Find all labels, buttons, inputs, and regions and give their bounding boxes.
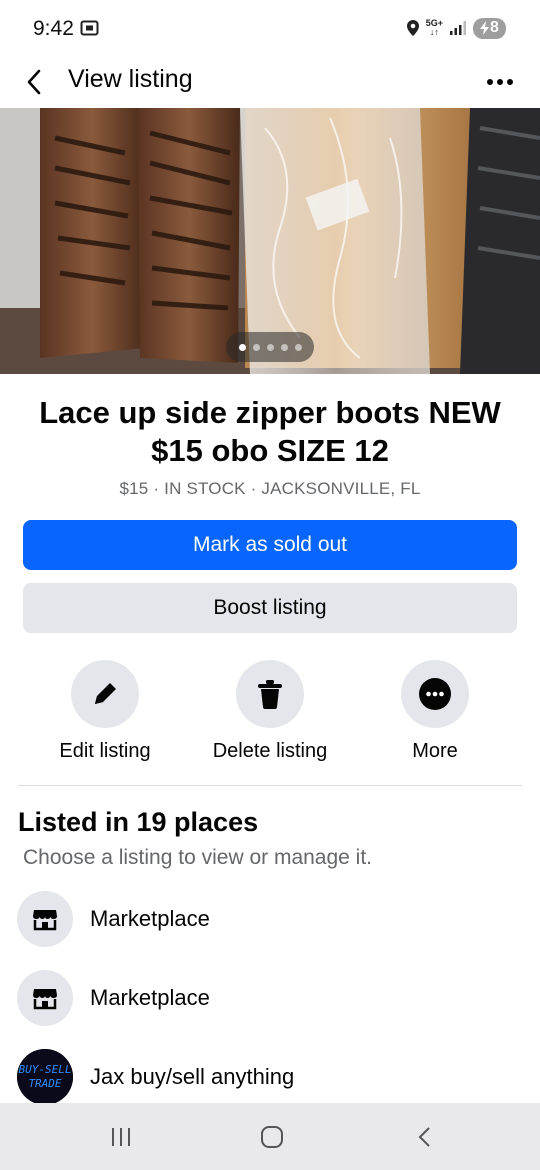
status-time: 9:42 [33,17,74,40]
back-button[interactable] [16,62,52,102]
photo-pagination [226,332,314,362]
network-indicator: 5G+ ↓↑ [426,19,443,37]
more-action[interactable]: More [350,660,520,763]
place-name: Jax buy/sell anything [90,1064,295,1089]
app-header: View listing [0,56,540,108]
recent-apps-icon[interactable] [101,1121,141,1153]
trash-icon [258,680,282,709]
battery-charging-icon: 8 [473,17,506,39]
storefront-icon-svg [33,989,57,1010]
group-avatar-text-1: BUY-SELL [19,1063,72,1076]
chevron-left-icon [27,69,41,95]
edit-listing-action[interactable]: Edit listing [20,660,190,763]
storefront-icon-svg [33,910,57,931]
page-dot-active[interactable] [238,343,246,351]
listing-actions: Edit listing Delete listing More [0,660,540,770]
storefront-icon [17,891,73,947]
list-item[interactable]: BUY-SELL TRADE Jax buy/sell anything [0,1048,540,1106]
more-options-button[interactable] [480,64,520,100]
back-icon[interactable] [404,1121,444,1153]
more-button[interactable] [401,660,469,728]
list-item[interactable]: Marketplace [0,969,540,1027]
page-dot[interactable] [252,343,260,351]
more-horizontal-icon [419,678,451,710]
page-dot[interactable] [266,343,274,351]
page-dot[interactable] [280,343,288,351]
places-section-subtitle: Choose a listing to view or manage it. [23,846,373,869]
back-icon-svg [418,1127,430,1147]
listing-meta: $15 · IN STOCK · JACKSONVILLE, FL [119,479,421,498]
signal-icon [450,21,466,35]
home-icon[interactable] [252,1121,292,1153]
boost-listing-button[interactable]: Boost listing [23,583,517,633]
group-avatar-text-2: TRADE [28,1077,61,1090]
edit-listing-label: Edit listing [59,740,151,762]
delete-listing-action[interactable]: Delete listing [185,660,355,763]
listing-title: Lace up side zipper boots NEW $15 obo SI… [39,395,501,468]
status-bar: 9:42 5G+ ↓↑ 8 [0,0,540,56]
dot [497,79,503,85]
location-pin-icon [406,20,419,36]
edit-listing-button[interactable] [71,660,139,728]
places-section-title: Listed in 19 places [18,807,259,837]
battery-level: 8 [490,19,499,36]
group-avatar-image: BUY-SELL TRADE [17,1049,73,1105]
delete-listing-button[interactable] [236,660,304,728]
screen-cast-icon [80,20,99,36]
page-dot[interactable] [294,343,302,351]
list-item[interactable]: Marketplace [0,890,540,948]
more-horizontal-icon [487,79,493,85]
recent-apps-icon-svg [112,1128,130,1146]
network-arrows: ↓↑ [429,27,439,37]
page-title: View listing [68,65,193,93]
charging-bolt-icon [480,21,490,35]
storefront-icon [17,970,73,1026]
status-icons: 5G+ ↓↑ 8 [406,16,506,40]
more-label: More [412,740,458,762]
place-name: Marketplace [90,985,210,1010]
listing-photo[interactable] [0,108,540,374]
pencil-icon [95,683,116,704]
place-name: Marketplace [90,906,210,931]
home-icon-svg [261,1126,283,1148]
dot [507,79,513,85]
mark-sold-out-button[interactable]: Mark as sold out [23,520,517,570]
system-nav-bar [0,1103,540,1170]
divider [18,785,522,786]
delete-listing-label: Delete listing [212,740,328,762]
group-avatar: BUY-SELL TRADE [17,1049,73,1105]
